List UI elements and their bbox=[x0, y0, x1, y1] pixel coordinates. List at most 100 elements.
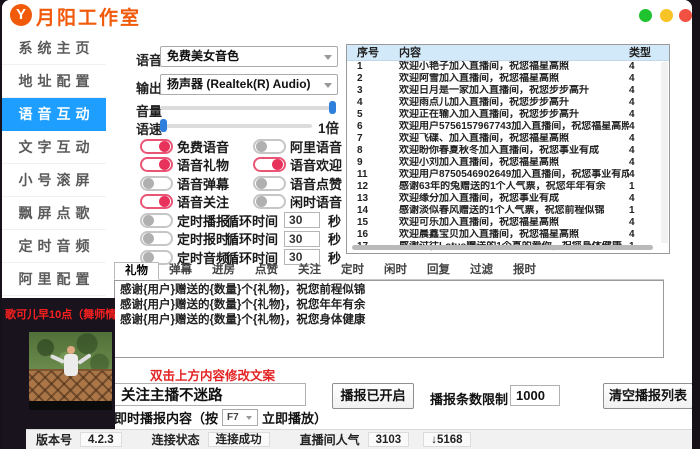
cycle-time-row: 循环时间 30 秒 bbox=[226, 230, 341, 249]
table-row[interactable]: 14 感谢淡似春风赠送的1个人气票，祝您前程似锦 1 bbox=[347, 205, 669, 217]
cycle-time-input[interactable]: 30 bbox=[284, 231, 320, 247]
speed-slider-thumb[interactable] bbox=[160, 119, 167, 132]
table-row[interactable]: 13 欢迎缘分加入直播间，祝您事业有成 4 bbox=[347, 193, 669, 205]
toggle-switch[interactable] bbox=[253, 157, 286, 172]
toggle-label: 定时报时 bbox=[177, 229, 229, 248]
toggle-knob bbox=[272, 159, 283, 170]
toggle-switch[interactable] bbox=[140, 231, 173, 246]
tab-item[interactable]: 弹幕 bbox=[159, 262, 202, 279]
table-row[interactable]: 15 欢迎可乐加入直播间，祝您福星高照 4 bbox=[347, 217, 669, 229]
toggle-switch[interactable] bbox=[140, 194, 173, 209]
version-value: 4.2.3 bbox=[80, 432, 122, 447]
template-textarea[interactable]: 感谢{用户}赠送的{数量}个{礼物}，祝您前程似锦 感谢{用户}赠送的{数量}个… bbox=[114, 280, 664, 358]
broadcast-table[interactable]: 序号 内容 类型 1 欢迎小艳子加入直播间，祝您福星高照 4 2 欢迎阿雪加入直… bbox=[346, 44, 670, 254]
tab-item[interactable]: 闲时 bbox=[374, 262, 417, 279]
toggle-knob bbox=[143, 233, 154, 244]
volume-slider-thumb[interactable] bbox=[329, 101, 336, 114]
edit-hint-text: 双击上方内容修改文案 bbox=[150, 365, 275, 384]
toggle-knob bbox=[256, 178, 267, 189]
sidebar-item[interactable]: 语音互动 bbox=[2, 98, 106, 131]
cell-no: 16 bbox=[347, 229, 389, 241]
toggle-switch[interactable] bbox=[253, 176, 286, 191]
table-horizontal-scrollbar[interactable] bbox=[352, 245, 653, 250]
table-row[interactable]: 9 欢迎小刘加入直播间，祝您福星高照 4 bbox=[347, 157, 669, 169]
toggle-row: 语音欢迎 bbox=[253, 156, 342, 175]
table-vertical-scrollbar[interactable] bbox=[661, 62, 668, 243]
toggle-switch[interactable] bbox=[253, 139, 286, 154]
cycle-time-input[interactable]: 30 bbox=[284, 212, 320, 228]
volume-label: 音量 bbox=[136, 101, 162, 120]
broadcast-toggle-button[interactable]: 播报已开启 bbox=[332, 383, 414, 409]
toggle-label: 语音点赞 bbox=[290, 174, 342, 193]
toggle-switch[interactable] bbox=[140, 176, 173, 191]
chevron-down-icon bbox=[324, 55, 332, 60]
table-row[interactable]: 6 欢迎用户5756157967743加入直播间，祝您福星高照 4 bbox=[347, 121, 669, 133]
sidebar-item[interactable]: 飘屏点歌 bbox=[2, 197, 106, 230]
table-row[interactable]: 12 感谢63年的兔赠送的1个人气票，祝您年年有余 1 bbox=[347, 181, 669, 193]
cell-content: 欢迎用户8750546902649加入直播间，祝您事业有成 bbox=[389, 169, 629, 181]
table-row[interactable]: 8 欢迎盼你春夏秋冬加入直播间，祝您事业有成 4 bbox=[347, 145, 669, 157]
table-row[interactable]: 4 欢迎雨点儿加入直播间，祝您步步高升 4 bbox=[347, 97, 669, 109]
tab-item[interactable]: 过滤 bbox=[460, 262, 503, 279]
tab-item[interactable]: 进房 bbox=[202, 262, 245, 279]
cell-content: 欢迎日月是一家加入直播间，祝您步步高升 bbox=[389, 85, 629, 97]
cell-content: 欢迎雨点儿加入直播间，祝您步步高升 bbox=[389, 97, 629, 109]
table-row[interactable]: 11 欢迎用户8750546902649加入直播间，祝您事业有成 4 bbox=[347, 169, 669, 181]
window-close-light[interactable] bbox=[679, 9, 692, 22]
toggle-switch[interactable] bbox=[253, 194, 286, 209]
sidebar-item[interactable]: 地址配置 bbox=[2, 65, 106, 98]
speed-slider[interactable] bbox=[160, 124, 312, 128]
sidebar-item[interactable]: 小号滚屏 bbox=[2, 164, 106, 197]
cell-no: 8 bbox=[347, 145, 389, 157]
tab-item[interactable]: 关注 bbox=[288, 262, 331, 279]
output-label: 输出 bbox=[136, 78, 162, 97]
tab-item[interactable]: 定时 bbox=[331, 262, 374, 279]
version-label: 版本号 bbox=[36, 431, 72, 448]
instant-prefix: 即时播报内容（按 bbox=[114, 408, 218, 427]
toggle-row: 语音关注 bbox=[140, 193, 229, 212]
toggle-switch[interactable] bbox=[140, 139, 173, 154]
instant-suffix: 立即播放） bbox=[262, 408, 327, 427]
cell-content: 欢迎飞碟、加入直播间，祝您福星高照 bbox=[389, 133, 629, 145]
toggle-switch[interactable] bbox=[140, 213, 173, 228]
toggle-label: 语音欢迎 bbox=[290, 155, 342, 174]
table-row[interactable]: 5 欢迎正在输入加入直播间，祝您步步高升 4 bbox=[347, 109, 669, 121]
window-minimize-light[interactable] bbox=[639, 9, 652, 22]
instant-broadcast-input[interactable] bbox=[114, 383, 306, 406]
hotkey-select[interactable]: F7 bbox=[222, 409, 258, 426]
toggle-knob bbox=[159, 141, 170, 152]
voice-select[interactable]: 免费美女音色 bbox=[160, 46, 338, 67]
cycle-time-unit: 秒 bbox=[328, 229, 341, 248]
cycle-time-row: 循环时间 30 秒 bbox=[226, 211, 341, 230]
toggle-knob bbox=[143, 215, 154, 226]
table-body: 1 欢迎小艳子加入直播间，祝您福星高照 4 2 欢迎阿雪加入直播间，祝您福星高照… bbox=[347, 61, 669, 253]
sidebar-item[interactable]: 阿里配置 bbox=[2, 263, 106, 296]
limit-label: 播报条数限制 bbox=[430, 389, 508, 408]
tab-item[interactable]: 回复 bbox=[417, 262, 460, 279]
limit-input[interactable] bbox=[510, 385, 560, 406]
table-row[interactable]: 2 欢迎阿雪加入直播间，祝您福星高照 4 bbox=[347, 73, 669, 85]
video-thumbnail[interactable] bbox=[29, 332, 112, 410]
sidebar-item[interactable]: 文字互动 bbox=[2, 131, 106, 164]
sidebar-item[interactable]: 定时音频 bbox=[2, 230, 106, 263]
tab-item[interactable]: 礼物 bbox=[114, 262, 159, 280]
table-row[interactable]: 7 欢迎飞碟、加入直播间，祝您福星高照 4 bbox=[347, 133, 669, 145]
output-select[interactable]: 扬声器 (Realtek(R) Audio) bbox=[160, 74, 338, 95]
volume-slider[interactable] bbox=[160, 106, 336, 110]
window-restore-light[interactable] bbox=[660, 9, 673, 22]
cell-content: 欢迎盼你春夏秋冬加入直播间，祝您事业有成 bbox=[389, 145, 629, 157]
tab-item[interactable]: 报时 bbox=[503, 262, 546, 279]
cycle-time-label: 循环时间 bbox=[226, 229, 278, 248]
sidebar-item[interactable]: 系统主页 bbox=[2, 32, 106, 65]
table-row[interactable]: 3 欢迎日月是一家加入直播间，祝您步步高升 4 bbox=[347, 85, 669, 97]
title-bar[interactable]: Y 月阳工作室 bbox=[2, 0, 692, 30]
toggle-switch[interactable] bbox=[140, 157, 173, 172]
tab-item[interactable]: 点赞 bbox=[245, 262, 288, 279]
table-row[interactable]: 1 欢迎小艳子加入直播间，祝您福星高照 4 bbox=[347, 61, 669, 73]
table-header: 序号 内容 类型 bbox=[347, 45, 669, 61]
video-overlay: 歌可儿早10点（舞师情歌小 bbox=[2, 298, 115, 449]
status-bar: 版本号 4.2.3 连接状态 连接成功 直播间人气 3103 ↓5168 bbox=[26, 429, 692, 449]
clear-list-button[interactable]: 清空播报列表 bbox=[603, 383, 692, 409]
speed-label: 语速 bbox=[136, 119, 162, 138]
table-row[interactable]: 16 欢迎晨鑫宝贝加入直播间，祝您福星高照 4 bbox=[347, 229, 669, 241]
